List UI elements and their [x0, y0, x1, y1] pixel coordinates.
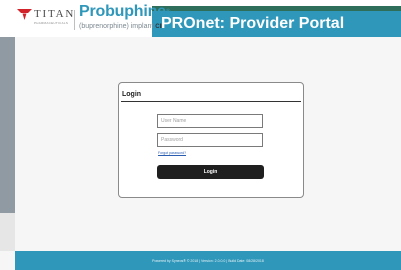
login-button[interactable]: Login	[157, 165, 264, 179]
left-sidebar-footer-strip	[0, 213, 15, 251]
left-sidebar-strip	[0, 37, 15, 213]
probuphine-subtitle: (buprenorphine) implant	[79, 23, 154, 30]
forgot-password-link[interactable]: Forgot password?	[158, 151, 186, 156]
login-heading: Login	[122, 91, 142, 98]
footer: Powered by Syneos® © 2018 | Version: 2.0…	[15, 251, 401, 270]
username-input[interactable]	[157, 114, 263, 128]
footer-text: Powered by Syneos® © 2018 | Version: 2.0…	[152, 258, 264, 263]
login-heading-divider	[121, 101, 301, 102]
probuphine-logo: Probuphine® (buprenorphine) implant CIII	[79, 4, 170, 34]
titan-logo-word: TITAN	[34, 8, 76, 20]
titan-mark-icon	[17, 9, 32, 20]
logo-divider	[74, 10, 75, 30]
probuphine-name: Probuphine	[79, 3, 166, 20]
titan-logo-subtitle: PHARMACEUTICALS	[34, 21, 69, 25]
login-card: Login Forgot password? Login	[118, 82, 304, 198]
page: TITAN PHARMACEUTICALS Probuphine® (bupre…	[0, 0, 401, 270]
titan-logo: TITAN PHARMACEUTICALS	[16, 7, 74, 33]
portal-title: PROnet: Provider Portal	[161, 15, 345, 32]
password-input[interactable]	[157, 133, 263, 147]
